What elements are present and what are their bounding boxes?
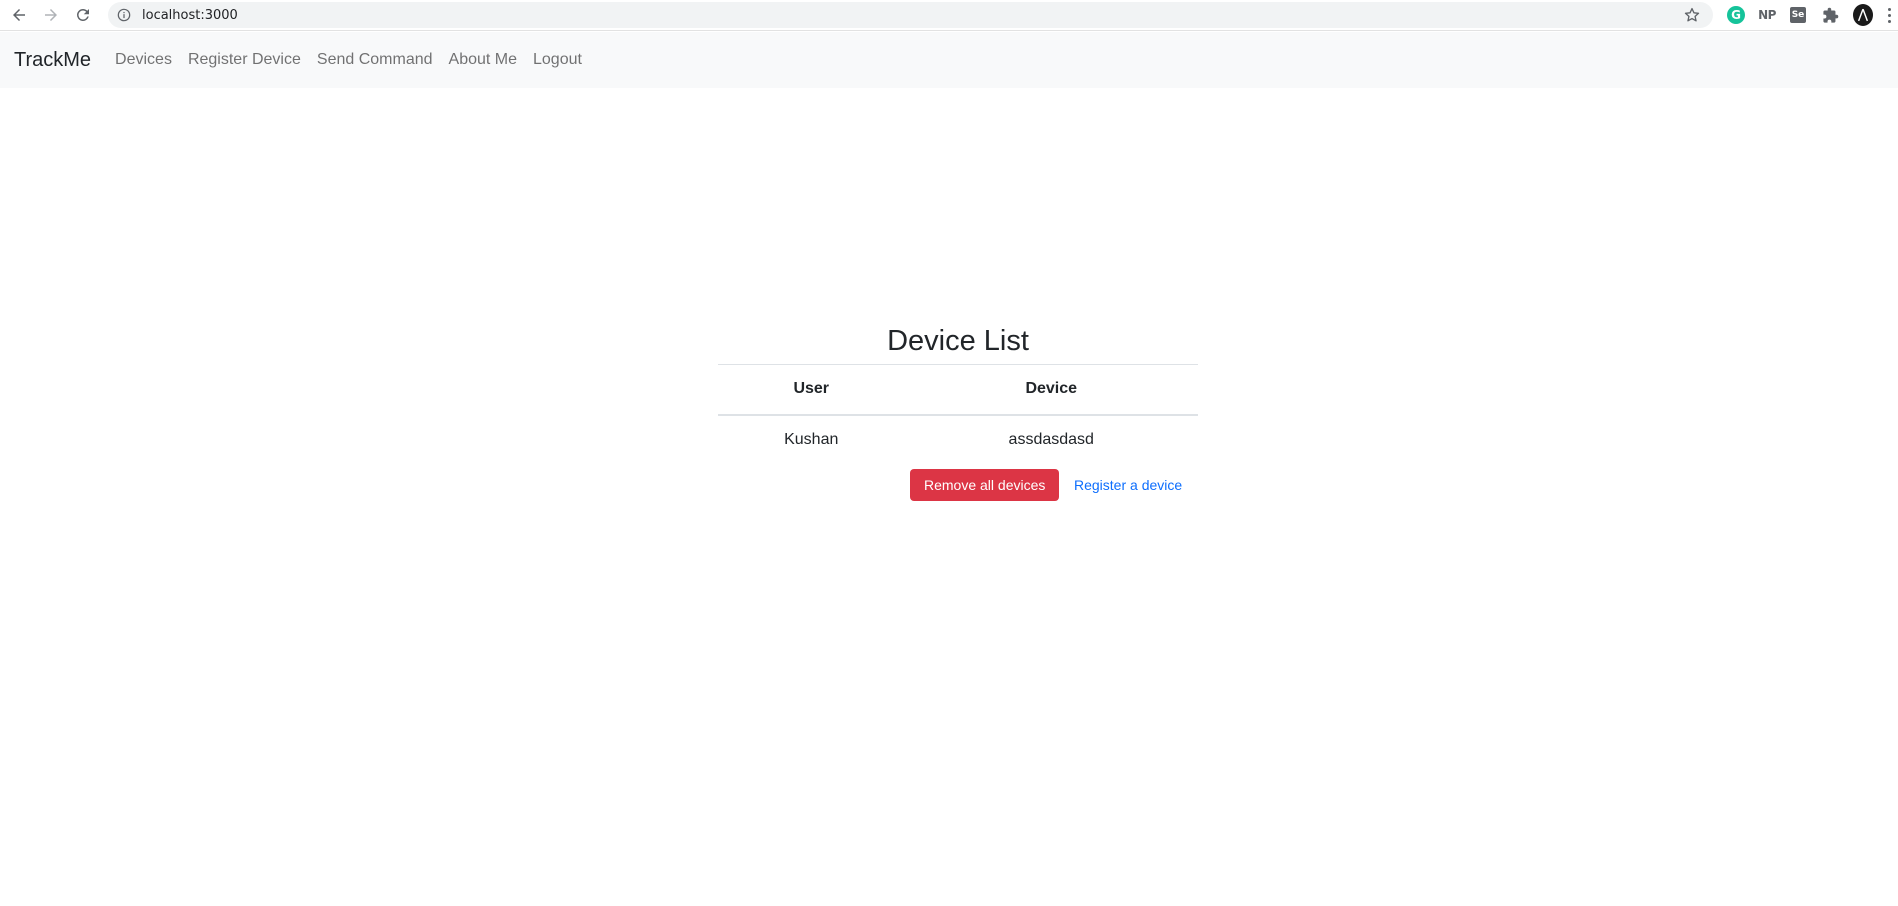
info-icon[interactable] <box>116 7 132 23</box>
puzzle-icon[interactable] <box>1820 5 1840 25</box>
address-bar[interactable]: localhost:3000 <box>108 2 1713 28</box>
reload-icon[interactable] <box>72 4 94 26</box>
nav-link-logout[interactable]: Logout <box>525 51 590 69</box>
page-title: Device List <box>887 325 1029 357</box>
cell-user: Kushan <box>784 431 839 448</box>
brand-link[interactable]: TrackMe <box>14 49 91 72</box>
column-header-user: User <box>718 364 905 416</box>
remove-all-devices-button[interactable]: Remove all devices <box>910 468 1060 501</box>
register-device-link[interactable]: Register a device <box>1074 477 1182 493</box>
table-row: Kushan assdasdasd <box>718 415 1198 465</box>
se-extension-icon[interactable]: Se <box>1788 5 1808 25</box>
app-navbar: TrackMe Devices Register Device Send Com… <box>0 32 1898 88</box>
table-header-row: User Device <box>718 364 1198 416</box>
device-table: User Device Kushan assdasdasd <box>718 364 1198 465</box>
nav-link-devices[interactable]: Devices <box>107 51 180 69</box>
browser-toolbar: localhost:3000 G NP Se <box>0 0 1898 31</box>
forward-icon[interactable] <box>40 4 62 26</box>
url-text: localhost:3000 <box>142 7 238 23</box>
nav-link-about-me[interactable]: About Me <box>441 51 525 69</box>
avatar <box>1853 4 1873 26</box>
nav-link-register-device[interactable]: Register Device <box>180 51 309 69</box>
bookmark-star-icon[interactable] <box>1683 6 1701 24</box>
grammarly-icon[interactable]: G <box>1726 5 1746 25</box>
column-header-device: Device <box>904 364 1198 416</box>
device-list-section: Device List User Device Kushan assdasdas… <box>718 318 1198 515</box>
actions-row: Remove all devices Register a device <box>718 465 1198 515</box>
profile-avatar[interactable] <box>1853 4 1873 26</box>
nav-link-send-command[interactable]: Send Command <box>309 51 441 69</box>
back-icon[interactable] <box>8 4 30 26</box>
more-menu-icon[interactable] <box>1884 5 1894 25</box>
np-extension-icon[interactable]: NP <box>1757 5 1777 25</box>
cell-device: assdasdasd <box>1008 431 1094 448</box>
